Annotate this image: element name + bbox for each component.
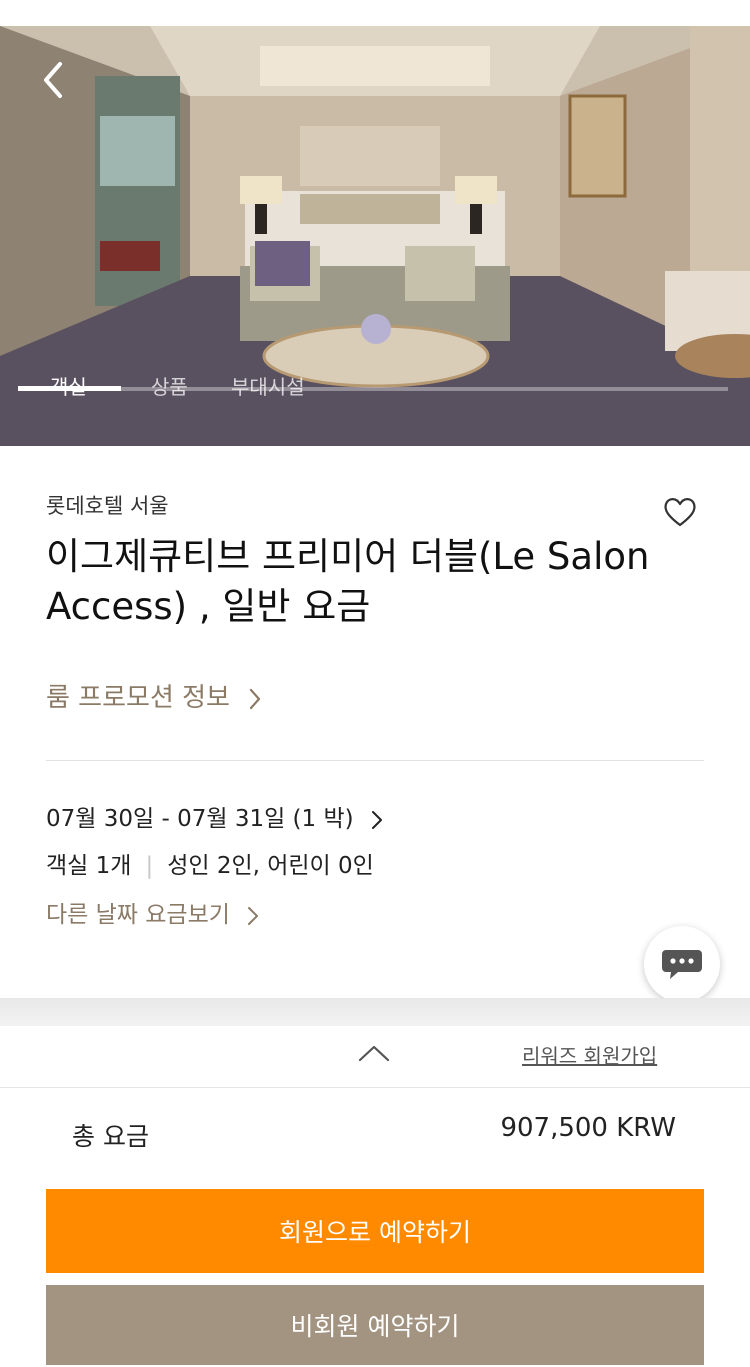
sheet-shadow — [0, 998, 750, 1028]
sheet-divider — [0, 1087, 750, 1088]
chevron-left-icon — [44, 62, 62, 98]
hero-tab-bar: 객실 상품 부대시설 — [0, 371, 750, 431]
chevron-up-icon — [358, 1045, 390, 1062]
guest-count: 성인 2인, 어린이 0인 — [167, 853, 374, 879]
room-promotion-link[interactable]: 룸 프로모션 정보 — [46, 677, 262, 714]
room-promotion-label: 룸 프로모션 정보 — [46, 683, 230, 713]
chat-button[interactable] — [644, 926, 720, 1002]
book-as-member-button[interactable]: 회원으로 예약하기 — [46, 1189, 704, 1273]
section-divider — [46, 760, 704, 761]
tab-product[interactable]: 상품 — [151, 371, 188, 400]
room-count: 객실 1개 — [46, 853, 132, 879]
tab-track — [18, 387, 728, 391]
stay-dates-link[interactable]: 07월 30일 - 07월 31일 (1 박) — [46, 799, 383, 833]
chevron-right-icon — [371, 810, 382, 829]
other-dates-link[interactable]: 다른 날짜 요금보기 — [46, 895, 259, 929]
total-price-value: 907,500 KRW — [500, 1113, 676, 1143]
rewards-signup-link[interactable]: 리워즈 회원가입 — [522, 1040, 657, 1069]
separator: | — [145, 853, 154, 879]
status-strip — [0, 0, 750, 26]
tab-active-indicator — [18, 386, 121, 391]
room-guest-summary[interactable]: 객실 1개 | 성인 2인, 어린이 0인 — [46, 846, 374, 880]
book-as-guest-button[interactable]: 비회원 예약하기 — [46, 1285, 704, 1365]
sheet-toggle-button[interactable] — [356, 1040, 392, 1068]
hotel-name: 롯데호텔 서울 — [46, 494, 169, 518]
chat-bubble-icon — [662, 950, 702, 979]
chevron-right-icon — [248, 906, 259, 925]
chevron-right-icon — [250, 688, 261, 709]
other-dates-label: 다른 날짜 요금보기 — [46, 902, 230, 928]
back-button[interactable] — [30, 56, 78, 104]
tab-facilities[interactable]: 부대시설 — [231, 371, 305, 400]
heart-icon — [664, 498, 696, 527]
stay-dates: 07월 30일 - 07월 31일 (1 박) — [46, 806, 354, 832]
favorite-button[interactable] — [660, 492, 700, 532]
room-title: 이그제큐티브 프리미어 더블(Le Salon Access) , 일반 요금 — [46, 535, 650, 628]
total-price-label: 총 요금 — [72, 1122, 149, 1151]
room-photo-carousel[interactable]: 객실 상품 부대시설 — [0, 26, 750, 446]
